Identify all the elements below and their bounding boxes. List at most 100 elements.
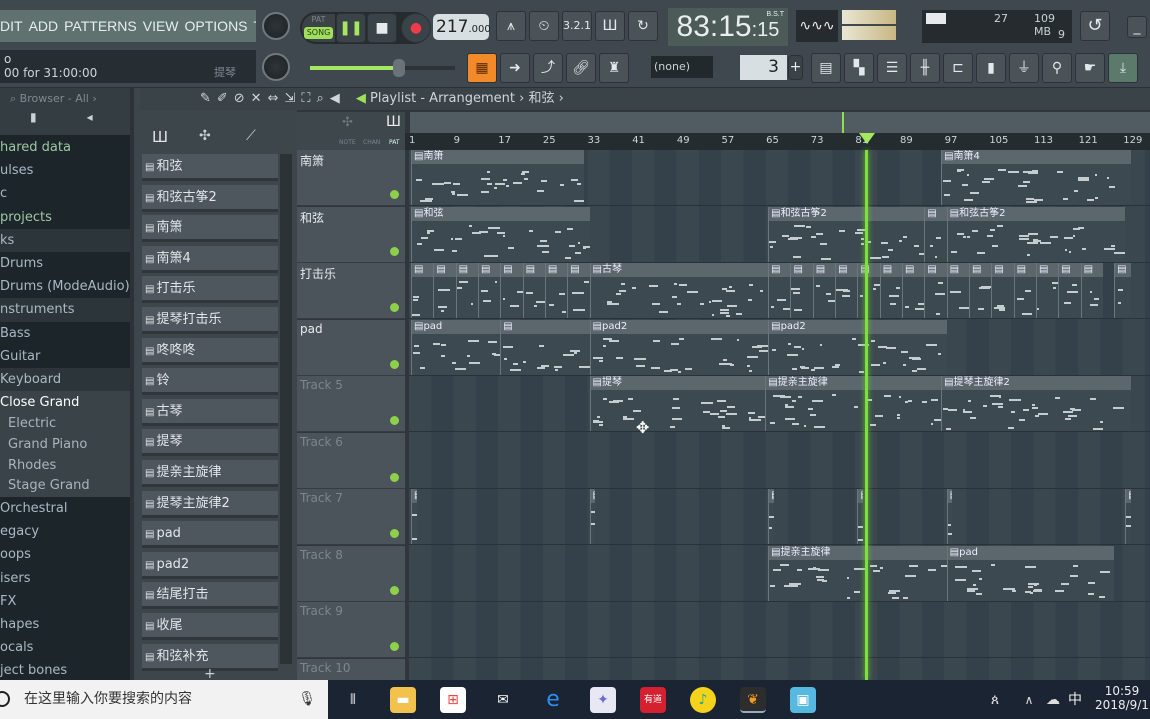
track-lane[interactable]: ▤ ▤ ▤ ▤ ▤ ▤ xyxy=(409,489,1150,545)
menu-item[interactable]: OPTIONS xyxy=(185,18,248,34)
record-button[interactable]: ● xyxy=(401,13,431,43)
curve-icon[interactable]: ⤴ xyxy=(533,53,563,83)
metronome-icon[interactable]: ⩚ xyxy=(496,11,526,41)
pattern-clip[interactable]: ▤pad2 xyxy=(589,319,769,375)
pattern-clip[interactable]: ▤ xyxy=(589,489,596,544)
pattern-clip[interactable]: ▤古琴 xyxy=(589,263,769,318)
browser-item[interactable]: hapes xyxy=(0,613,130,636)
undo-icon[interactable]: ↺ xyxy=(1080,11,1110,41)
pattern-filter-icon[interactable]: Ш xyxy=(152,128,168,146)
pattern-clip[interactable]: ▤提亲主旋律 xyxy=(765,376,942,431)
pattern-item[interactable]: ▤ 南箫 xyxy=(142,215,278,243)
file-icon[interactable]: ▮ xyxy=(30,110,37,124)
browser-item[interactable]: Rhodes xyxy=(0,455,130,477)
browser-item[interactable]: ocals xyxy=(0,636,130,659)
pause-button[interactable]: ❚❚ xyxy=(336,13,366,43)
tempo-display[interactable]: 217.000 xyxy=(433,14,491,40)
pattern-item[interactable]: ▤ 结尾打击 xyxy=(142,582,278,610)
pattern-clip[interactable]: ▤提亲主旋律 xyxy=(768,545,947,601)
pattern-item[interactable]: ▤ 提亲主旋律 xyxy=(142,460,278,487)
people-icon[interactable]: ጰ xyxy=(982,687,1008,713)
download-icon[interactable]: ⤓ xyxy=(1108,53,1138,83)
track-header[interactable]: Track 5 xyxy=(297,376,405,432)
pattern-clip[interactable]: ▤和弦古筝2 xyxy=(768,206,925,262)
pattern-clip[interactable]: ▤ xyxy=(500,263,523,318)
pattern-clip[interactable]: ▤ xyxy=(1125,489,1131,544)
hand-icon[interactable]: ☛ xyxy=(1075,53,1105,83)
pattern-clip[interactable]: ▤ xyxy=(790,263,813,318)
pattern-item[interactable]: ▤ 打击乐 xyxy=(142,276,278,304)
pattern-item[interactable]: ▤ 提琴主旋律2 xyxy=(142,490,278,518)
pattern-clip[interactable]: ▤ xyxy=(991,263,1014,318)
pattern-clip[interactable]: ▤ xyxy=(902,263,925,318)
pattern-item[interactable]: ▤ pad2 xyxy=(142,551,278,579)
add-pattern-button[interactable]: + xyxy=(788,55,803,80)
browser-item[interactable]: isers xyxy=(0,567,130,590)
browser-item[interactable]: Keyboard xyxy=(0,367,130,392)
pattern-clip[interactable]: ▤ xyxy=(433,263,456,318)
browser-item[interactable]: c xyxy=(0,182,130,205)
pattern-item[interactable]: ▤ pad xyxy=(142,521,278,549)
browser-item[interactable]: ulses xyxy=(0,159,130,182)
pattern-item[interactable]: ▤ 和弦古筝2 xyxy=(142,184,278,212)
browser-item[interactable]: Bass xyxy=(0,322,130,345)
track-header[interactable]: 和弦 xyxy=(297,206,405,263)
main-pitch-slider[interactable] xyxy=(310,59,455,77)
pattern-item[interactable]: ▤ 铃 xyxy=(142,368,278,396)
pattern-item[interactable]: ▤ 和弦 xyxy=(142,154,278,181)
pattern-clip[interactable]: ▤ xyxy=(1013,263,1036,318)
pattern-item[interactable]: ▤ 提琴 xyxy=(142,429,278,457)
file-explorer-icon[interactable]: ▬ xyxy=(390,687,416,713)
arrow-right-icon[interactable]: ➜ xyxy=(500,53,530,83)
note-filter-icon[interactable]: ✣ xyxy=(342,115,353,130)
pattern-clip[interactable]: ▤南箫4 xyxy=(941,150,1131,205)
track-mute-led[interactable] xyxy=(390,246,399,256)
pattern-scrollbar[interactable] xyxy=(280,154,292,664)
browser-item[interactable]: ks xyxy=(0,228,130,252)
pattern-item[interactable]: ▤ 提琴打击乐 xyxy=(142,307,278,334)
track-lane[interactable]: ▤南箫 ▤南箫4 xyxy=(409,150,1150,206)
microphone-icon[interactable]: 🎙︎ xyxy=(298,680,316,719)
snap-value[interactable]: 3 xyxy=(740,55,787,80)
pat-filter-icon[interactable]: Ш xyxy=(386,114,401,130)
tool-icons[interactable]: ✎✐⊘✕⇔⇲⛶⌕◀ xyxy=(200,91,346,106)
browser-item[interactable]: Drums (ModeAudio) xyxy=(0,275,130,298)
mixer-icon[interactable]: ╫ xyxy=(910,53,940,83)
qqmusic-icon[interactable]: ♪ xyxy=(690,687,716,713)
browser-item[interactable]: FX xyxy=(0,590,130,613)
pattern-clip[interactable]: ▤ xyxy=(1080,263,1103,318)
browser-icon[interactable]: ⊏ xyxy=(943,53,973,83)
browser-item[interactable]: oops xyxy=(0,543,130,566)
pattern-item[interactable]: ▤ 古琴 xyxy=(142,398,278,426)
automation-filter-icon[interactable]: ⟋ xyxy=(246,128,256,144)
track-header[interactable]: Track 6 xyxy=(297,432,405,489)
pattern-clip[interactable]: ▤ xyxy=(946,489,953,544)
pattern-clip[interactable]: ▤ xyxy=(924,206,947,262)
track-mute-led[interactable] xyxy=(390,190,399,199)
pattern-clip[interactable]: ▤ xyxy=(1035,263,1059,318)
track-lane[interactable]: ▤pad ▤ ▤pad2 ▤pad2 xyxy=(409,319,1150,376)
track-mute-led[interactable] xyxy=(390,642,399,651)
pattern-clip[interactable]: ▤pad xyxy=(411,319,501,375)
pattern-item[interactable]: ▤ 咚咚咚 xyxy=(142,337,278,365)
pattern-clip[interactable]: ▤ xyxy=(522,263,545,318)
pattern-clip[interactable]: ▤ xyxy=(544,263,568,318)
song-time-display[interactable]: B.S.T 83:15:15 xyxy=(668,8,788,46)
pattern-clip[interactable]: ▤提琴主旋律2 xyxy=(941,376,1131,431)
pattern-clip[interactable]: ▤ xyxy=(924,263,947,318)
track-header[interactable]: 打击乐 xyxy=(297,263,405,319)
typing-keyboard-icon[interactable]: ▦ xyxy=(467,53,497,83)
browser-item[interactable]: Orchestral xyxy=(0,497,130,520)
pattern-clip[interactable]: ▤ xyxy=(857,489,863,544)
pattern-clip[interactable]: ▤和弦 xyxy=(411,206,590,262)
track-mute-led[interactable] xyxy=(390,529,399,538)
track-lane[interactable] xyxy=(409,433,1150,489)
track-header[interactable]: Track 8 xyxy=(297,545,405,602)
browser-item[interactable]: Close Grand xyxy=(0,391,130,415)
pattern-clip[interactable]: ▤ xyxy=(812,263,836,318)
wait-for-input-icon[interactable]: ⏲ xyxy=(529,11,559,41)
browser-header[interactable]: ⌕ Browser - All › xyxy=(0,88,130,110)
browser-item[interactable]: Guitar xyxy=(0,345,130,368)
pattern-clip[interactable]: ▤pad xyxy=(946,545,1115,601)
ime-indicator[interactable]: 中 xyxy=(1062,687,1088,713)
